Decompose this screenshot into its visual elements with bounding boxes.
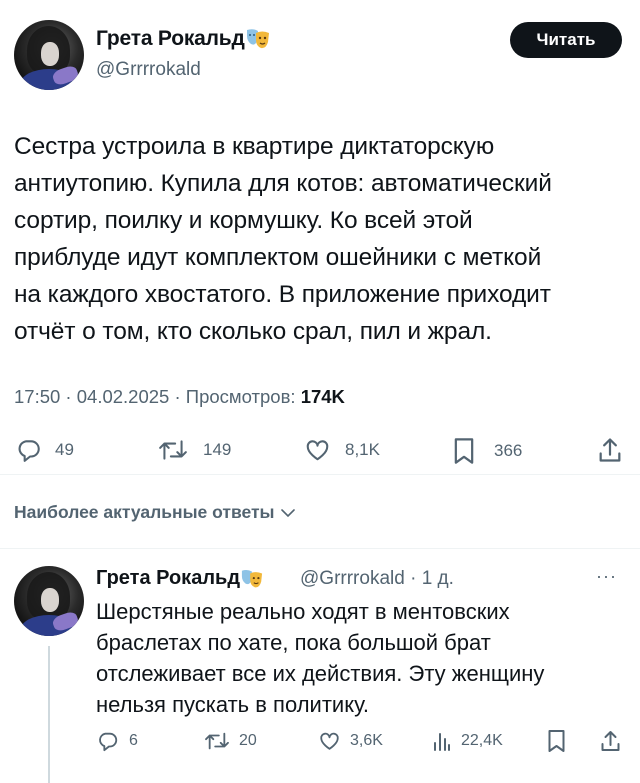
- tweet-meta: 17:50 · 04.02.2025 · Просмотров: 174K: [14, 386, 345, 407]
- reply-bookmark-button[interactable]: [546, 729, 567, 753]
- reply-views-count: 22,4K: [461, 732, 503, 749]
- tweet-date[interactable]: 04.02.2025: [77, 386, 170, 407]
- reply-author-name-text: Грета Рокальд: [96, 567, 241, 589]
- reply-like-count: 3,6K: [350, 732, 383, 749]
- reply-like-button[interactable]: 3,6K: [318, 730, 383, 752]
- share-icon: [599, 438, 621, 462]
- follow-button[interactable]: Читать: [510, 22, 622, 58]
- reply-views-button[interactable]: 22,4K: [432, 730, 503, 752]
- reply-button[interactable]: 49: [16, 437, 74, 463]
- retweet-icon: [205, 732, 229, 750]
- author-handle[interactable]: @Grrrrokald: [96, 59, 201, 81]
- reply-retweet-count: 20: [239, 732, 257, 749]
- reply-sort-label: Наиболее актуальные ответы: [14, 502, 275, 522]
- retweet-count: 149: [203, 440, 232, 459]
- tweet-text: Сестра устроила в квартире диктаторскую …: [14, 133, 552, 345]
- views-label: Просмотров:: [185, 386, 296, 407]
- reply-sort-selector[interactable]: Наиболее актуальные ответы: [14, 502, 295, 523]
- reply-author-meta[interactable]: @Grrrrokald · 1 д.: [300, 568, 454, 590]
- retweet-button[interactable]: 149: [158, 437, 231, 463]
- divider: [0, 548, 640, 549]
- bookmark-button[interactable]: 366: [452, 437, 522, 465]
- theater-mask-icon: [241, 569, 263, 588]
- reply-retweet-button[interactable]: 20: [204, 730, 257, 752]
- reply-share-button[interactable]: [600, 729, 621, 753]
- reply-reply-button[interactable]: 6: [97, 730, 138, 752]
- share-icon: [601, 731, 620, 751]
- author-name-text: Грета Рокальд: [96, 27, 245, 50]
- like-count: 8,1K: [345, 440, 380, 459]
- bookmark-count: 366: [494, 441, 523, 460]
- views-count: 174K: [300, 386, 345, 407]
- reply-author-name[interactable]: Грета Рокальд: [96, 567, 264, 590]
- theater-mask-icon: [246, 29, 269, 49]
- reply-author-avatar[interactable]: [14, 566, 84, 636]
- reply-count: 49: [55, 440, 74, 459]
- author-name[interactable]: Грета Рокальд: [96, 27, 271, 51]
- thread-line: [48, 646, 50, 783]
- bookmark-icon: [454, 438, 474, 464]
- views-icon: [434, 733, 450, 751]
- share-button[interactable]: [598, 436, 622, 464]
- like-icon: [320, 732, 339, 750]
- reply-author-handle: @Grrrrokald: [300, 568, 405, 589]
- tweet-time[interactable]: 17:50: [14, 386, 60, 407]
- divider: [0, 474, 640, 475]
- reply-age: 1 д.: [421, 568, 454, 589]
- like-icon: [306, 440, 329, 461]
- like-button[interactable]: 8,1K: [304, 437, 380, 463]
- reply-reply-count: 6: [129, 732, 138, 749]
- reply-icon: [18, 440, 40, 462]
- more-icon[interactable]: ···: [596, 566, 617, 587]
- reply-text: Шерстяные реально ходят в ментовских бра…: [96, 599, 545, 717]
- bookmark-icon: [548, 730, 565, 752]
- chevron-down-icon: [280, 508, 295, 517]
- author-avatar[interactable]: [14, 20, 84, 90]
- retweet-icon: [159, 440, 187, 460]
- reply-icon: [99, 732, 118, 752]
